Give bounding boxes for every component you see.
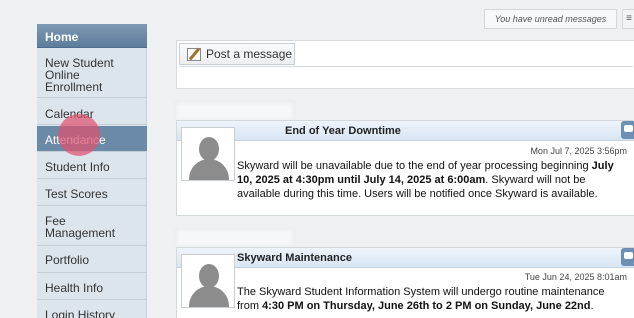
message-date: Mon Jul 7, 2025 3:56pm: [530, 146, 627, 156]
click-indicator: [58, 114, 100, 156]
sidebar-item-label: Fee Management: [45, 214, 116, 240]
message-card: Skyward Maintenance Tue Jun 24, 2025 8:0…: [176, 247, 634, 318]
sidebar-item-new-student-online-enrollment[interactable]: New Student Online Enrollment: [37, 49, 147, 98]
sidebar-item-home[interactable]: Home: [37, 24, 147, 48]
sidebar-item-test-scores[interactable]: Test Scores: [37, 180, 147, 206]
message-text: .: [590, 300, 594, 312]
sidebar-item-health-info[interactable]: Health Info: [37, 274, 147, 300]
sidebar-item-label: Home: [45, 30, 79, 44]
sidebar-nav: Home New Student Online Enrollment Calen…: [37, 24, 147, 318]
message-title: End of Year Downtime: [177, 121, 634, 141]
person-silhouette-icon: [199, 264, 219, 288]
post-message-label: Post a message: [206, 47, 293, 61]
sidebar-item-label: Test Scores: [45, 187, 108, 201]
post-message-tab[interactable]: Post a message: [179, 43, 295, 65]
person-silhouette-body: [189, 286, 229, 307]
unread-messages-notice[interactable]: You have unread messages: [484, 9, 617, 29]
sidebar-item-label: Student Info: [45, 160, 110, 174]
sidebar-item-student-info[interactable]: Student Info: [37, 153, 147, 179]
person-silhouette-icon: [199, 137, 219, 161]
sidebar-item-label: Login History: [45, 308, 116, 318]
avatar: [181, 254, 235, 308]
sidebar-item-portfolio[interactable]: Portfolio: [37, 247, 147, 273]
section-header-blurred: [176, 102, 294, 118]
message-card: End of Year Downtime Mon Jul 7, 2025 3:5…: [176, 120, 634, 216]
menu-icon[interactable]: ≡: [622, 9, 634, 29]
sidebar-item-label: Health Info: [45, 281, 104, 295]
message-body: Skyward will be unavailable due to the e…: [237, 159, 629, 201]
post-message-panel: Post a message: [176, 40, 634, 89]
post-message-input[interactable]: [179, 66, 633, 86]
avatar: [181, 127, 235, 181]
comment-icon[interactable]: [621, 121, 634, 139]
sidebar-item-label: Portfolio: [45, 253, 90, 267]
message-date: Tue Jun 24, 2025 8:01am: [524, 272, 627, 282]
pencil-note-icon: [187, 48, 201, 61]
message-text: Skyward will be unavailable due to the e…: [237, 160, 592, 172]
message-text-bold: 4:30 PM on Thursday, June 26th to 2 PM o…: [262, 300, 591, 312]
section-header-blurred: [176, 229, 294, 245]
sidebar-item-label: New Student Online Enrollment: [45, 56, 114, 94]
message-body: The Skyward Student Information System w…: [237, 285, 629, 313]
person-silhouette-body: [189, 159, 229, 180]
sidebar-item-fee-management[interactable]: Fee Management: [37, 207, 147, 246]
message-title: Skyward Maintenance: [177, 248, 634, 268]
comment-icon[interactable]: [621, 248, 634, 266]
sidebar-item-login-history[interactable]: Login History: [37, 301, 147, 318]
